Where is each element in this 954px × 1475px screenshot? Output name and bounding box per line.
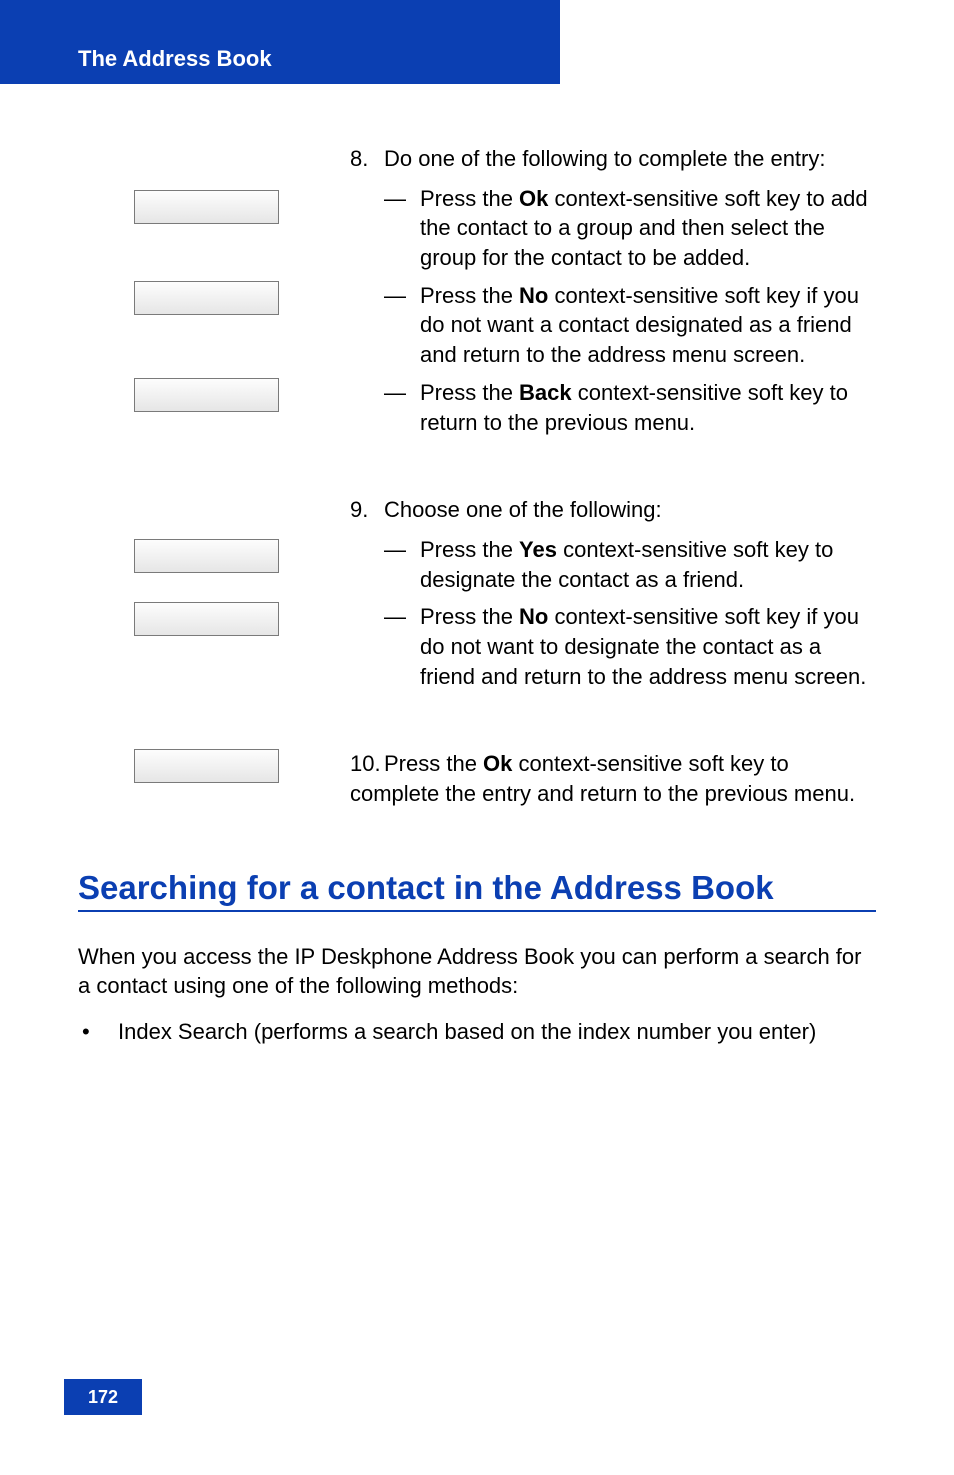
softkey-button[interactable] [134, 539, 279, 573]
bullet-item-1: Index Search (performs a search based on… [118, 1017, 816, 1047]
dash-icon: — [384, 281, 420, 370]
page-number: 172 [64, 1379, 142, 1415]
step8-item-1: Press the Ok context-sensitive soft key … [420, 184, 876, 273]
step9-lead: Choose one of the following: [384, 497, 662, 522]
dash-icon: — [384, 602, 420, 691]
bullet-icon: • [78, 1017, 118, 1047]
header-bar: The Address Book [0, 0, 560, 84]
step-number-8: 8. [350, 144, 384, 174]
dash-icon: — [384, 378, 420, 437]
step9-item-1: Press the Yes context-sensitive soft key… [420, 535, 876, 594]
softkey-button[interactable] [134, 190, 279, 224]
section-heading: Searching for a contact in the Address B… [78, 869, 876, 912]
softkey-button[interactable] [134, 281, 279, 315]
step-number-9: 9. [350, 495, 384, 525]
dash-icon: — [384, 184, 420, 273]
step-number-10: 10. [350, 749, 384, 779]
softkey-button[interactable] [134, 749, 279, 783]
intro-paragraph: When you access the IP Deskphone Address… [78, 942, 876, 1001]
step10-text: Press the Ok context-sensitive soft key … [350, 751, 855, 806]
step8-item-3: Press the Back context-sensitive soft ke… [420, 378, 876, 437]
section-title: The Address Book [78, 46, 272, 72]
dash-icon: — [384, 535, 420, 594]
step8-item-2: Press the No context-sensitive soft key … [420, 281, 876, 370]
step9-item-2: Press the No context-sensitive soft key … [420, 602, 876, 691]
softkey-button[interactable] [134, 378, 279, 412]
softkey-button[interactable] [134, 602, 279, 636]
step8-lead: Do one of the following to complete the … [384, 146, 825, 171]
